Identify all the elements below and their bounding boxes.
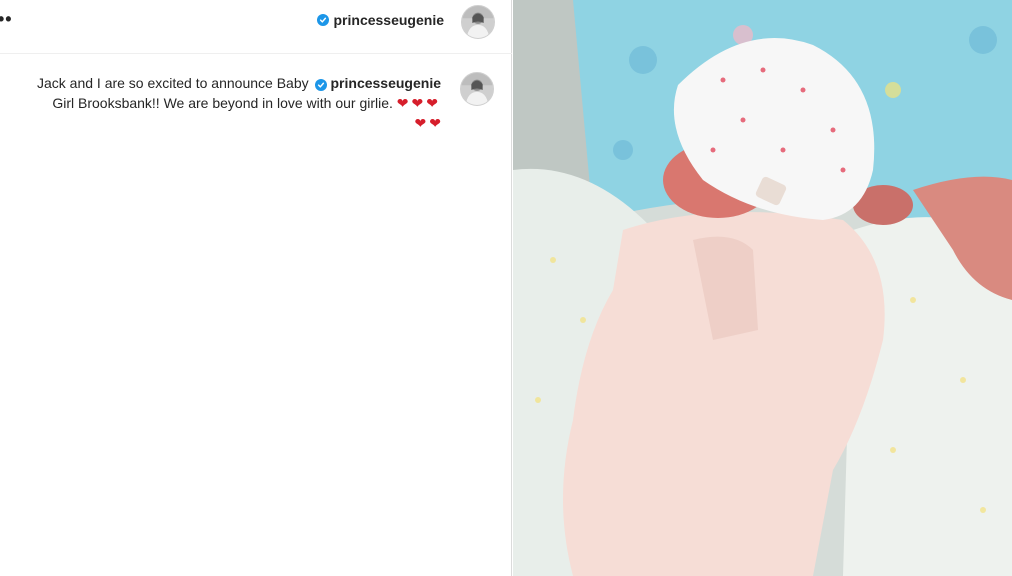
post-caption: Jack and I are so excited to announce Ba…: [1, 73, 441, 133]
caption-avatar[interactable]: [460, 72, 494, 106]
post-details-panel: •• princesseugenie: [0, 0, 512, 576]
caption-line-2: Girl Brooksbank!! We are beyond in love …: [1, 93, 441, 113]
caption-text-part-2: Girl Brooksbank!! We are beyond in love …: [52, 95, 393, 111]
red-heart-emoji-icon: ❤❤❤: [396, 95, 441, 111]
newborn-baby-photo: [513, 0, 1012, 576]
header-username[interactable]: princesseugenie: [334, 12, 445, 28]
verified-badge-icon: [314, 79, 327, 91]
verified-badge-icon: [316, 14, 329, 26]
more-options-button[interactable]: ••: [0, 9, 13, 30]
red-heart-emoji-icon: ❤❤: [414, 115, 444, 131]
instagram-post: •• princesseugenie: [0, 0, 1012, 576]
caption-username[interactable]: princesseugenie: [331, 75, 442, 91]
header-avatar[interactable]: [461, 5, 495, 39]
caption-line-1: Jack and I are so excited to announce Ba…: [1, 73, 441, 93]
post-header: •• princesseugenie: [0, 0, 512, 54]
caption-text-part-1: Jack and I are so excited to announce Ba…: [36, 75, 309, 91]
header-user: princesseugenie: [316, 12, 445, 28]
